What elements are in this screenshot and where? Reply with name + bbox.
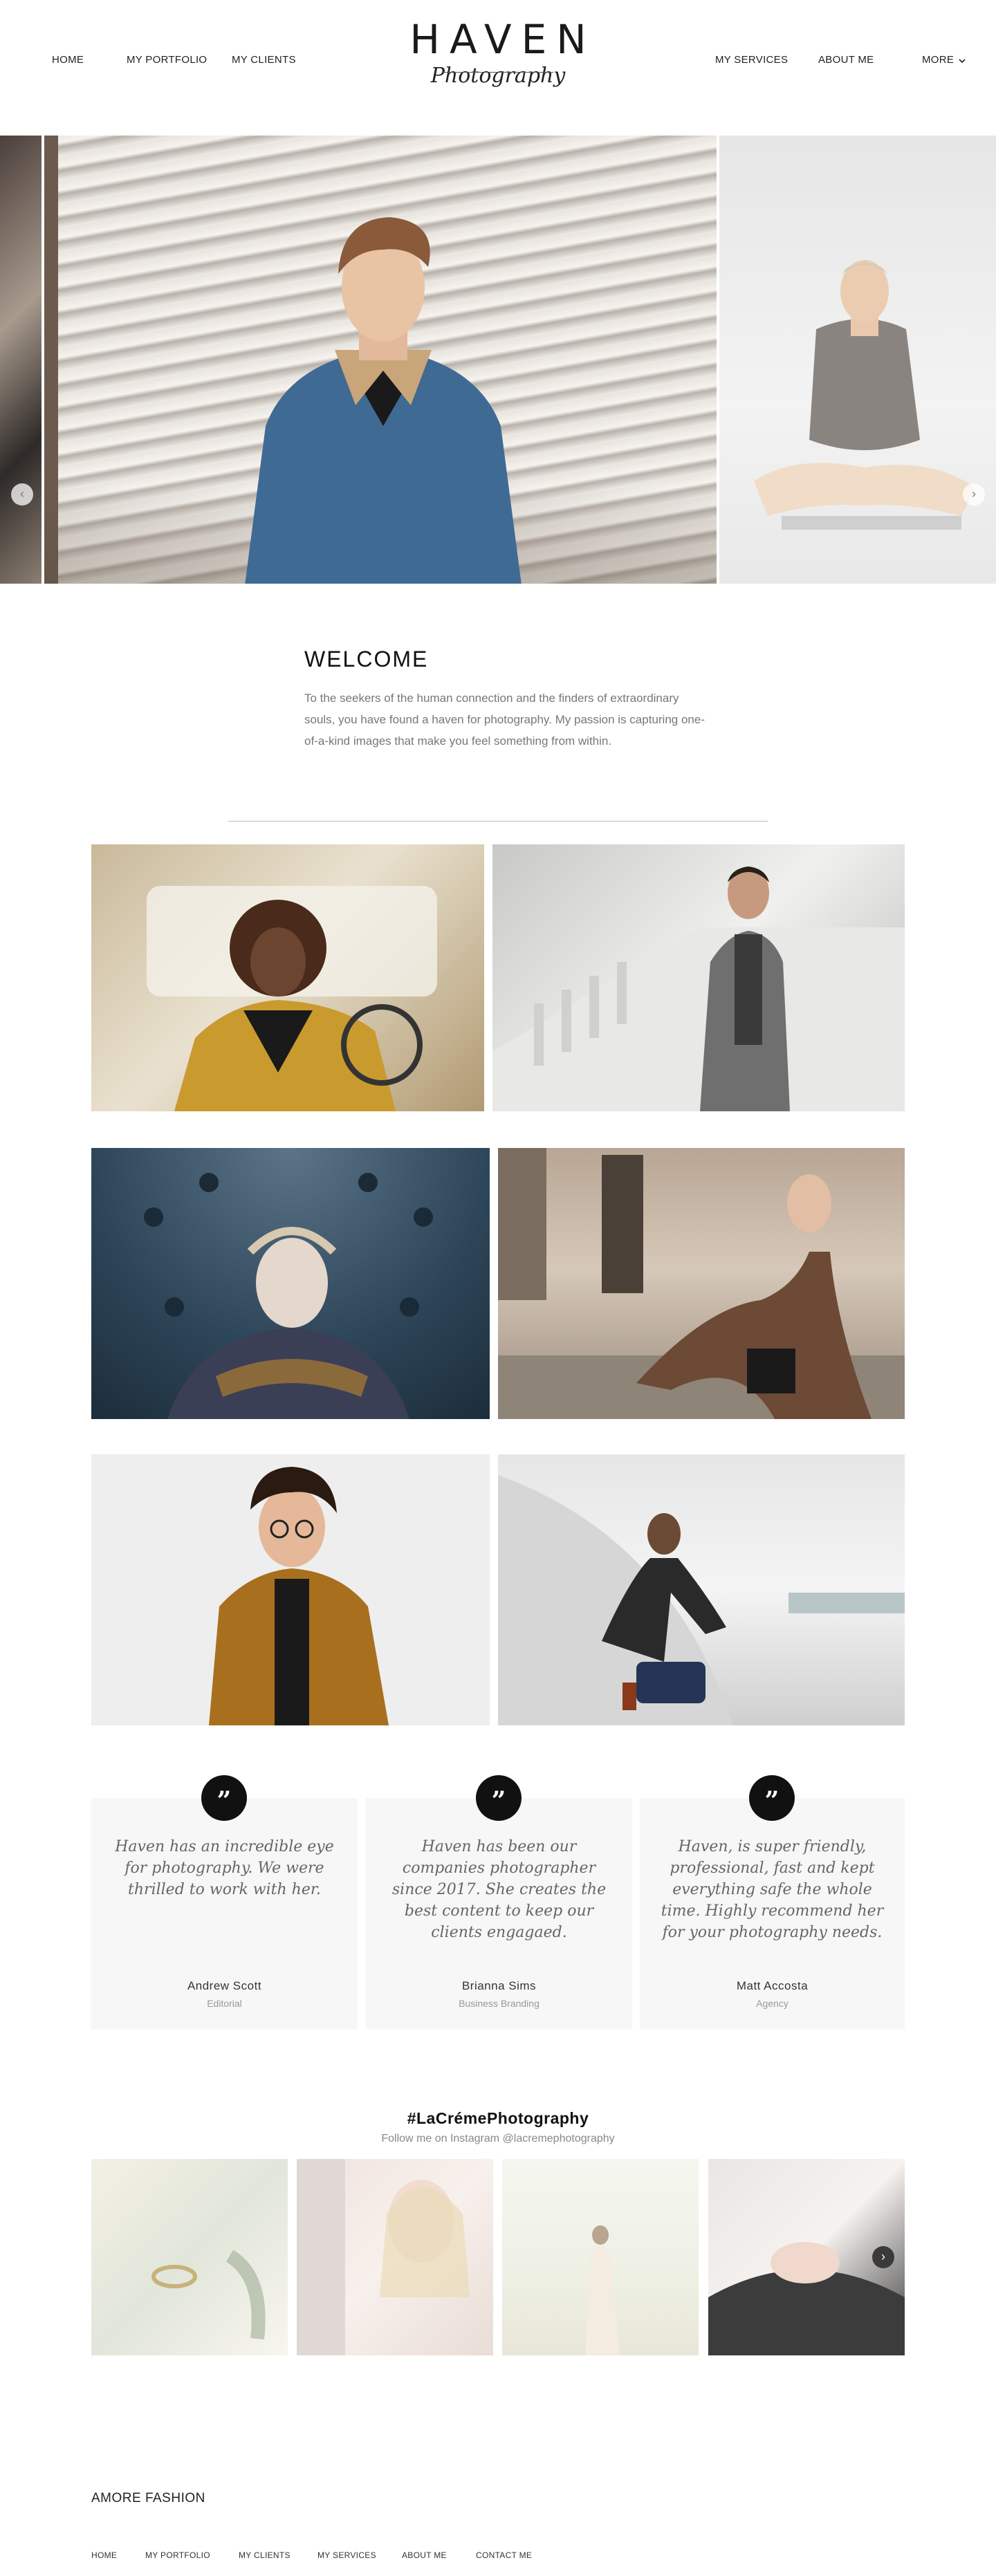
figure-seated-man [754,260,975,530]
footer-link-my-portfolio[interactable]: MY PORTFOLIO [145,2550,210,2560]
footer-link-contact-me[interactable]: CONTACT ME [476,2550,532,2560]
footer-link-home[interactable]: HOME [91,2550,117,2560]
chevron-down-icon [959,55,966,66]
nav-my-clients[interactable]: MY CLIENTS [232,54,296,66]
logo-script: Photography [430,64,566,88]
footer-link-my-clients[interactable]: MY CLIENTS [239,2550,290,2560]
gallery-photo-man-bag-skatepark[interactable] [498,1454,905,1725]
nav-about-me[interactable]: ABOUT ME [818,54,874,66]
testimonial-card: Haven has been our companies photographe… [366,1798,632,2030]
footer-link-about-me[interactable]: ABOUT ME [402,2550,447,2560]
testimonial-author: Matt Accosta [736,1979,809,1992]
instagram-photo-bride-field[interactable] [502,2159,699,2355]
logo-wordmark: HAVEN [409,16,596,63]
testimonial-quote: Haven has been our companies photographe… [391,1838,607,1941]
nav-more[interactable]: MORE [922,54,966,66]
testimonial-role: Agency [756,1998,788,2009]
gallery-photo-man-glasses[interactable] [91,1454,490,1725]
welcome-section: WELCOME To the seekers of the human conn… [304,647,706,752]
nav-home[interactable]: HOME [52,54,84,66]
testimonial-role: Editorial [207,1998,242,2009]
instagram-photo-rings[interactable] [91,2159,288,2355]
instagram-next-button[interactable]: › [872,2246,894,2268]
instagram-title: #LaCrémePhotography [407,2109,589,2127]
gallery-photo-woman-car[interactable] [91,844,484,1111]
welcome-title: WELCOME [304,647,429,671]
slide-image-man-plaid-blazer [719,136,996,584]
slider-prev-button[interactable]: ‹ [11,483,33,506]
gallery-photo-woman-headpiece[interactable] [91,1148,490,1419]
gallery-photo-man-staircase[interactable] [492,844,905,1111]
quote-icon: ” [476,1775,522,1821]
quote-icon: ” [201,1775,247,1821]
testimonial-card: Haven has an incredible eye for photogra… [91,1798,358,2030]
site-logo[interactable]: HAVEN Photography [360,15,636,105]
slide-image-partial-left [0,136,42,584]
testimonial-author: Brianna Sims [461,1979,537,1992]
chevron-left-icon: ‹ [20,487,24,501]
gallery-photo-woman-steps[interactable] [498,1148,905,1419]
chevron-right-icon: › [972,487,976,501]
nav-my-portfolio[interactable]: MY PORTFOLIO [127,54,207,66]
nav-more-label: MORE [922,54,954,66]
testimonial-author: Andrew Scott [187,1979,262,1992]
instagram-photo-couple[interactable] [297,2159,493,2355]
footer-brand: AMORE FASHION [91,2491,205,2505]
testimonial-quote: Haven, is super friendly, professional, … [661,1838,884,1941]
site-header: HOME MY PORTFOLIO MY CLIENTS HAVEN Photo… [0,0,996,135]
figure-man [245,217,522,584]
testimonial-role: Business Branding [459,1998,540,2009]
footer-link-my-services[interactable]: MY SERVICES [317,2550,376,2560]
hero-slider[interactable]: ‹ › [0,136,996,584]
quote-icon: ” [749,1775,795,1821]
testimonial-quote: Haven has an incredible eye for photogra… [115,1838,334,1898]
logo-divider [443,72,553,73]
chevron-right-icon: › [881,2250,885,2263]
nav-my-services[interactable]: MY SERVICES [715,54,788,66]
welcome-body: To the seekers of the human connection a… [304,692,705,748]
testimonial-card: Haven, is super friendly, professional, … [640,1798,905,2030]
slide-image-man-denim-jacket [44,136,717,584]
slider-next-button[interactable]: › [963,483,985,506]
instagram-subtitle: Follow me on Instagram @lacremephotograp… [381,2133,615,2144]
section-divider [228,821,768,822]
